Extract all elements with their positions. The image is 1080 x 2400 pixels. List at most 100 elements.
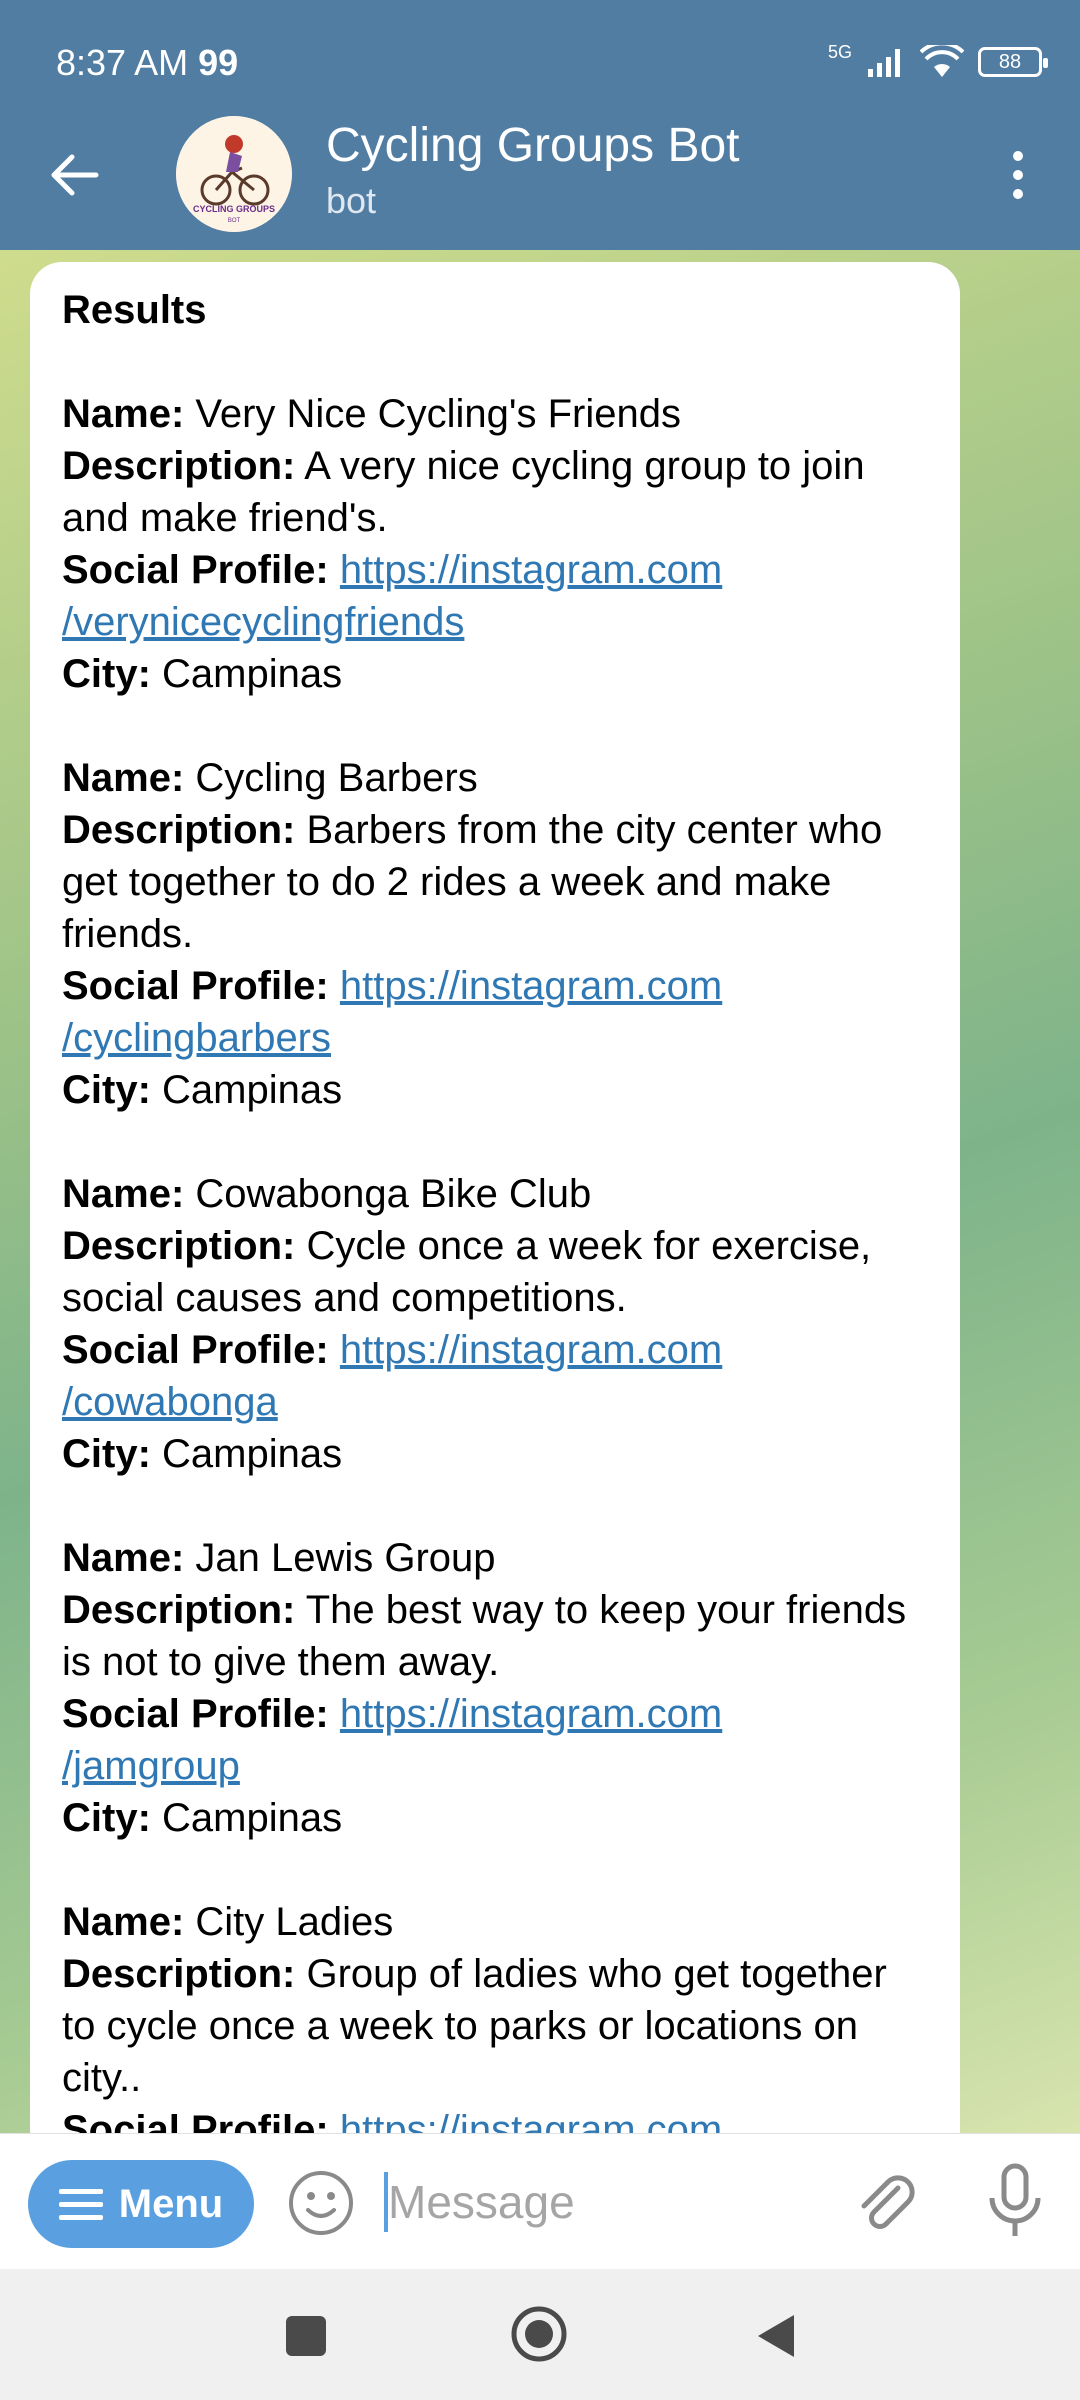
results-list: Name: Very Nice Cycling's Friends Descrip… bbox=[62, 388, 928, 2133]
entry-social: Social Profile: https://instagram.com/cy… bbox=[62, 960, 928, 1064]
city-label: City: bbox=[62, 1068, 151, 1112]
back-button[interactable] bbox=[40, 140, 110, 210]
description-label: Description: bbox=[62, 444, 296, 488]
avatar-text: CYCLING GROUPS bbox=[193, 204, 275, 214]
chat-title[interactable]: Cycling Groups Bot bbox=[326, 118, 740, 173]
battery-icon: 88 bbox=[978, 47, 1048, 77]
entry-description: Description: Barbers from the city cente… bbox=[62, 804, 928, 960]
city-label: City: bbox=[62, 652, 151, 696]
network-type: 5G bbox=[827, 41, 852, 62]
city-label: City: bbox=[62, 1432, 151, 1476]
entry-description: Description: Group of ladies who get tog… bbox=[62, 1948, 928, 2104]
entry-name: Name: City Ladies bbox=[62, 1896, 928, 1948]
chat-header: 8:37 AM 99 5G 88 CYCLING GROUPS BOT Cycl… bbox=[0, 0, 1080, 250]
more-vertical-icon bbox=[1013, 151, 1023, 199]
group-city: Campinas bbox=[162, 1432, 343, 1476]
microphone-icon bbox=[989, 2163, 1041, 2236]
wifi-icon bbox=[920, 45, 964, 77]
entry-city: City: Campinas bbox=[62, 1428, 928, 1480]
name-label: Name: bbox=[62, 1900, 185, 1944]
name-label: Name: bbox=[62, 1172, 185, 1216]
description-label: Description: bbox=[62, 1224, 296, 1268]
battery-level: 88 bbox=[998, 50, 1022, 73]
city-label: City: bbox=[62, 1796, 151, 1840]
bot-avatar[interactable]: CYCLING GROUPS BOT bbox=[176, 116, 292, 232]
entry-city: City: Campinas bbox=[62, 648, 928, 700]
social-label: Social Profile: bbox=[62, 548, 329, 592]
group-city: Campinas bbox=[162, 1068, 343, 1112]
status-time: 8:37 AM 99 bbox=[56, 42, 238, 84]
message-input-bar: Menu bbox=[0, 2133, 1080, 2269]
entry-name: Name: Very Nice Cycling's Friends bbox=[62, 388, 928, 440]
more-options-button[interactable] bbox=[988, 140, 1048, 210]
social-label: Social Profile: bbox=[62, 1692, 329, 1736]
entry-description: Description: The best way to keep your f… bbox=[62, 1584, 928, 1688]
cyclist-logo-icon: CYCLING GROUPS BOT bbox=[176, 116, 292, 232]
social-link[interactable]: https://instagram.com bbox=[340, 1692, 722, 1736]
social-link[interactable]: https://instagram.com bbox=[340, 964, 722, 1008]
group-city: Campinas bbox=[162, 1796, 343, 1840]
social-label: Social Profile: bbox=[62, 2108, 329, 2133]
signal-icon bbox=[868, 49, 900, 77]
avatar-subtext: BOT bbox=[228, 218, 241, 224]
social-label: Social Profile: bbox=[62, 964, 329, 1008]
entry-description: Description: A very nice cycling group t… bbox=[62, 440, 928, 544]
status-bar: 8:37 AM 99 5G 88 bbox=[0, 0, 1080, 120]
name-label: Name: bbox=[62, 1536, 185, 1580]
back-triangle-button[interactable] bbox=[752, 2311, 798, 2361]
clock: 8:37 AM bbox=[56, 42, 189, 83]
message-bubble[interactable]: Results Name: Very Nice Cycling's Friend… bbox=[30, 262, 960, 2133]
entry-city: City: Campinas bbox=[62, 1064, 928, 1116]
social-link-continued[interactable]: /cowabonga bbox=[62, 1380, 278, 1424]
results-title: Results bbox=[62, 288, 207, 332]
attach-button[interactable] bbox=[850, 2166, 920, 2236]
group-city: Campinas bbox=[162, 652, 343, 696]
entry-city: City: Campinas bbox=[62, 1792, 928, 1844]
paperclip-icon bbox=[861, 2175, 915, 2229]
menu-label: Menu bbox=[118, 2181, 224, 2226]
emoji-icon bbox=[289, 2171, 353, 2235]
home-button[interactable] bbox=[510, 2305, 568, 2363]
chat-subtitle: bot bbox=[326, 180, 377, 221]
group-name: Cowabonga Bike Club bbox=[195, 1172, 592, 1216]
result-entry: Name: Cycling Barbers Description: Barber… bbox=[62, 752, 928, 1116]
hamburger-icon bbox=[58, 2189, 103, 2220]
entry-social: Social Profile: https://instagram.com/ve… bbox=[62, 544, 928, 648]
social-label: Social Profile: bbox=[62, 1328, 329, 1372]
entry-social: Social Profile: https://instagram.com/co… bbox=[62, 1324, 928, 1428]
entry-social: Social Profile: https://instagram.com/ja… bbox=[62, 1688, 928, 1792]
arrow-left-icon bbox=[51, 154, 99, 196]
result-entry: Name: Cowabonga Bike Club Description: Cy… bbox=[62, 1168, 928, 1480]
description-label: Description: bbox=[62, 1588, 296, 1632]
social-link-continued[interactable]: /jamgroup bbox=[62, 1744, 240, 1788]
result-entry: Name: Very Nice Cycling's Friends Descrip… bbox=[62, 388, 928, 700]
name-label: Name: bbox=[62, 756, 185, 800]
entry-name: Name: Cycling Barbers bbox=[62, 752, 928, 804]
social-link[interactable]: https://instagram.com bbox=[340, 548, 722, 592]
result-entry: Name: City Ladies Description: Group of l… bbox=[62, 1896, 928, 2133]
message-input[interactable] bbox=[388, 2164, 828, 2240]
social-link-continued[interactable]: /cyclingbarbers bbox=[62, 1016, 331, 1060]
description-label: Description: bbox=[62, 1952, 296, 1996]
microphone-button[interactable] bbox=[980, 2162, 1050, 2242]
entry-description: Description: Cycle once a week for exerc… bbox=[62, 1220, 928, 1324]
social-link[interactable]: https://instagram.com bbox=[340, 2108, 722, 2133]
chat-area[interactable]: Results Name: Very Nice Cycling's Friend… bbox=[0, 250, 1080, 2133]
group-name: Jan Lewis Group bbox=[195, 1536, 496, 1580]
menu-button[interactable]: Menu bbox=[28, 2160, 254, 2248]
entry-social: Social Profile: https://instagram.com bbox=[62, 2104, 928, 2133]
entry-name: Name: Jan Lewis Group bbox=[62, 1532, 928, 1584]
name-label: Name: bbox=[62, 392, 185, 436]
notification-badge: 99 bbox=[198, 42, 239, 83]
recents-button[interactable] bbox=[286, 2316, 326, 2356]
social-link[interactable]: https://instagram.com bbox=[340, 1328, 722, 1372]
entry-name: Name: Cowabonga Bike Club bbox=[62, 1168, 928, 1220]
description-label: Description: bbox=[62, 808, 296, 852]
group-name: Cycling Barbers bbox=[195, 756, 478, 800]
status-icons: 5G 88 bbox=[827, 41, 1048, 82]
social-link-continued[interactable]: /verynicecyclingfriends bbox=[62, 600, 464, 644]
group-name: Very Nice Cycling's Friends bbox=[195, 392, 681, 436]
group-name: City Ladies bbox=[195, 1900, 394, 1944]
result-entry: Name: Jan Lewis Group Description: The be… bbox=[62, 1532, 928, 1844]
emoji-button[interactable] bbox=[286, 2168, 356, 2238]
